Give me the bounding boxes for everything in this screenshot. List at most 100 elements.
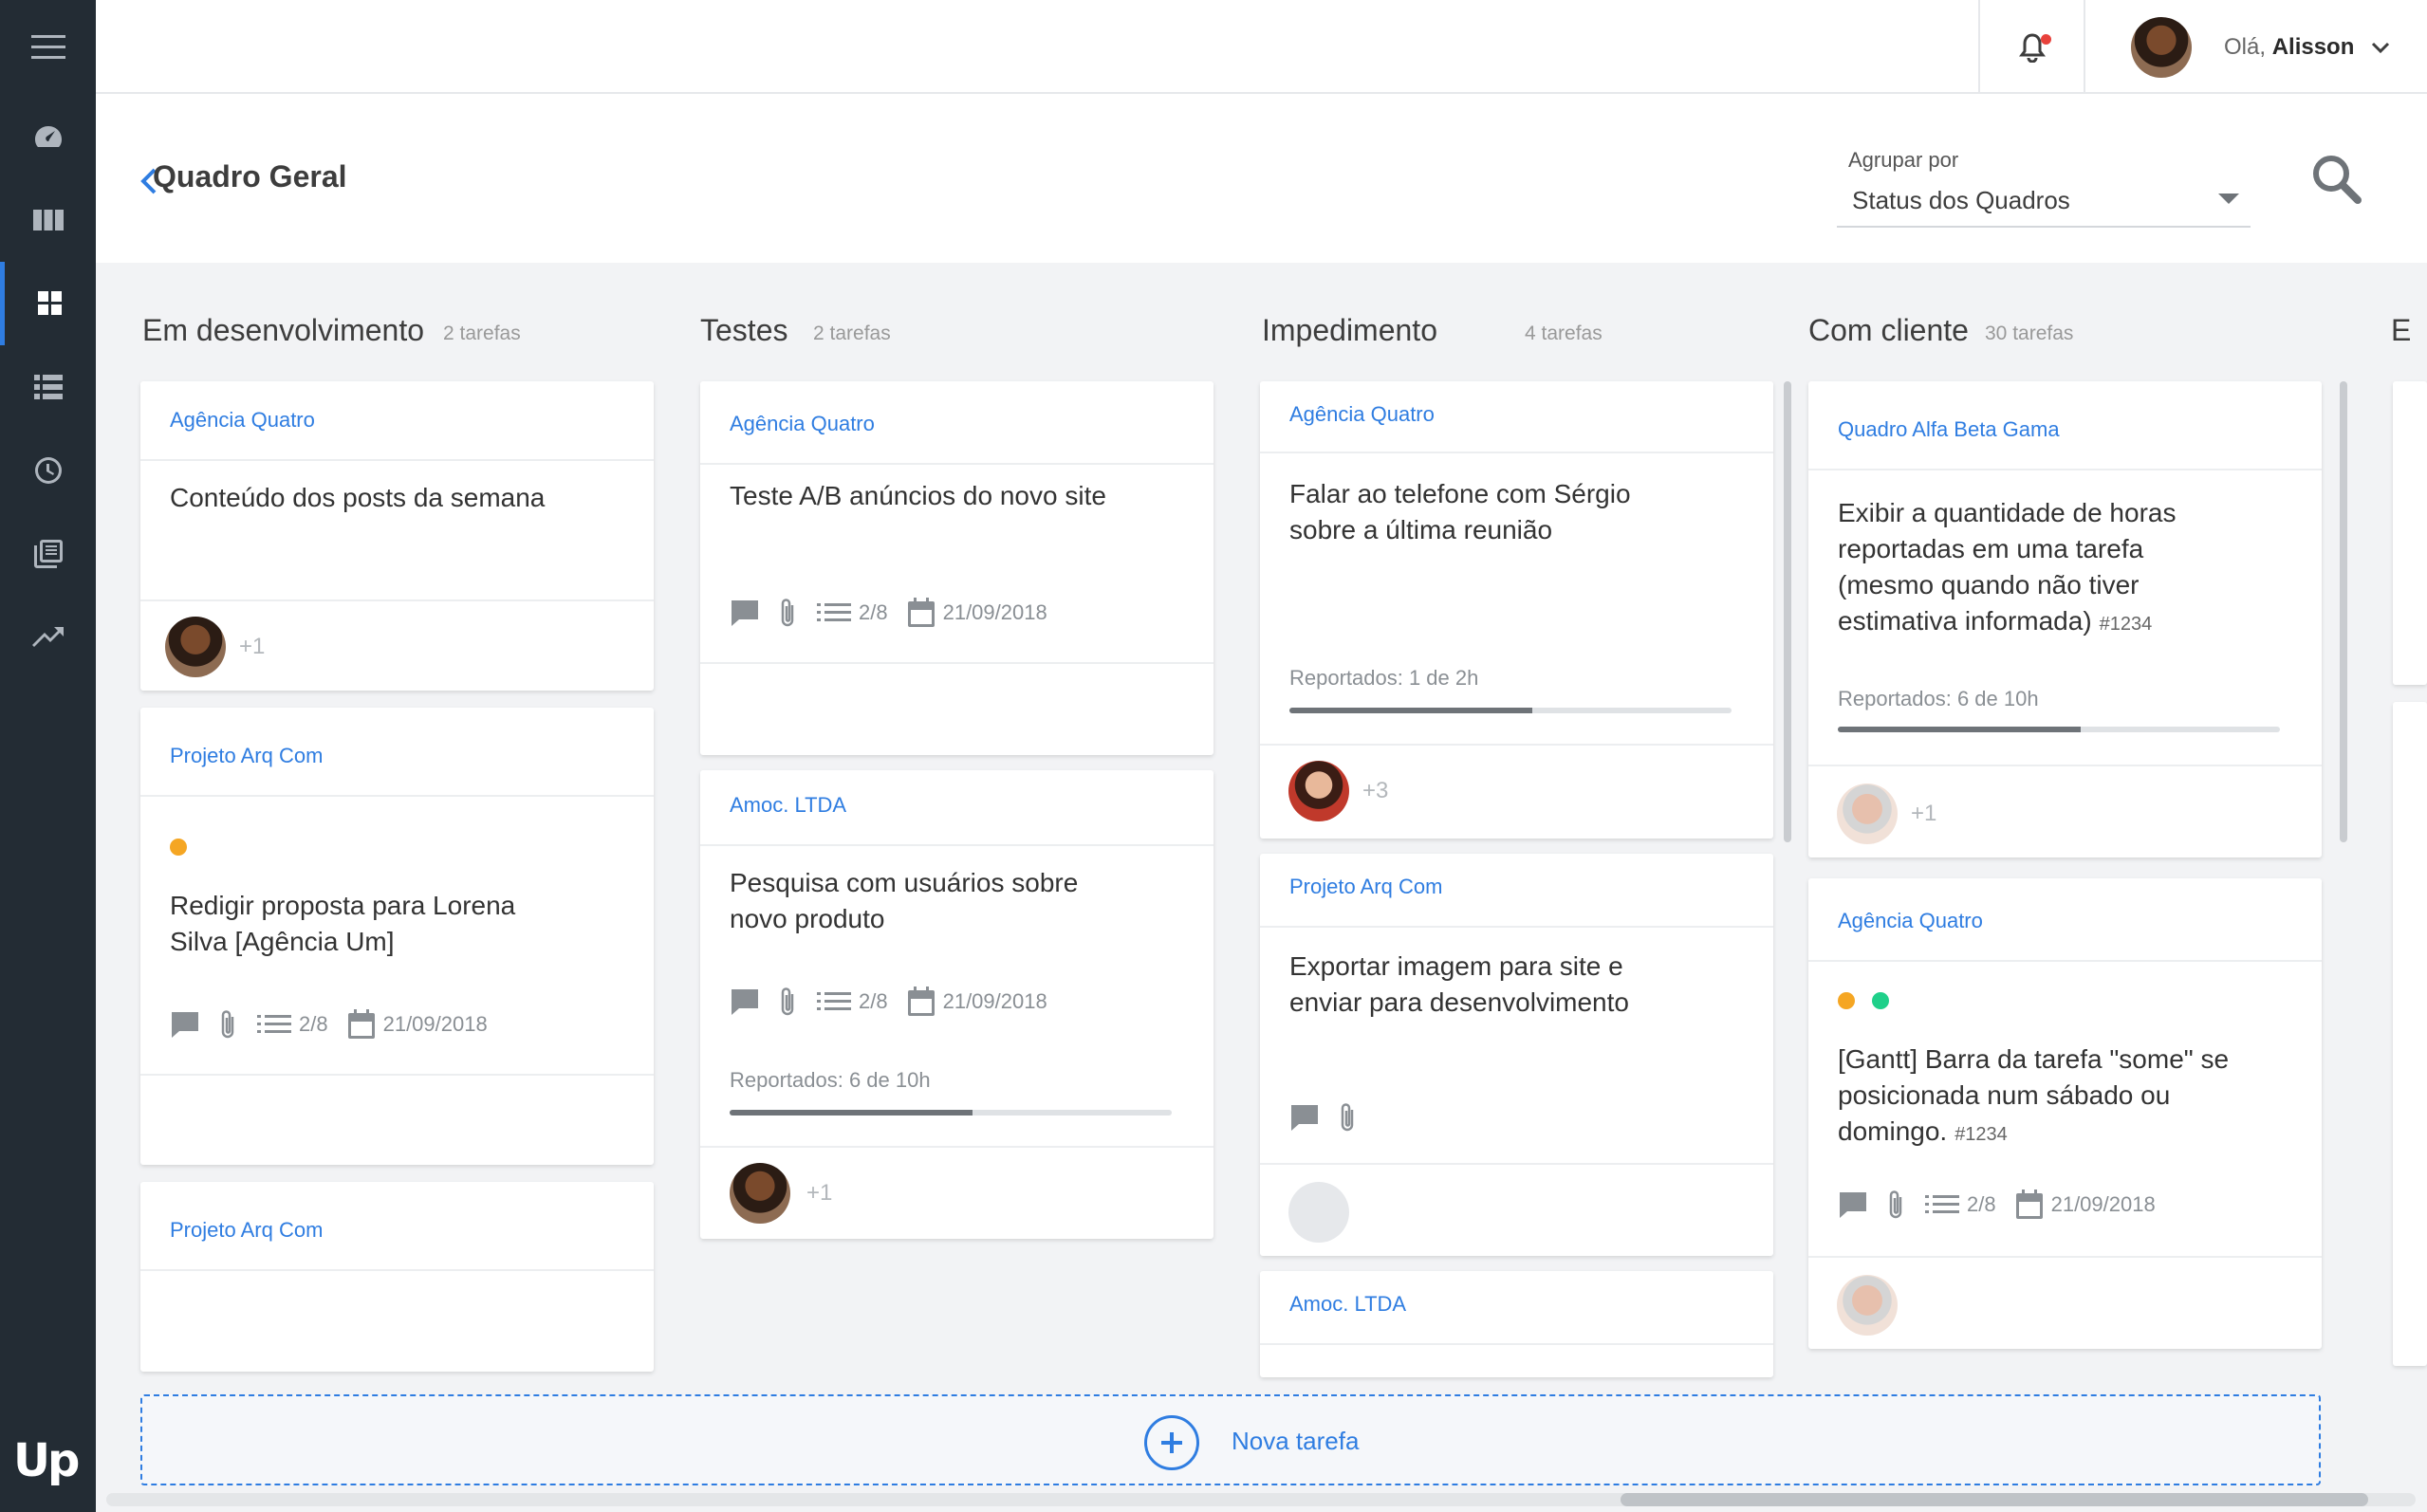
assignee-more: +1 [1911, 801, 1937, 826]
topbar: Olá, Alisson [96, 0, 2427, 94]
card-project[interactable]: Projeto Arq Com [170, 744, 323, 768]
list-icon[interactable] [0, 345, 96, 429]
reported-hours: Reportados: 1 de 2h [1289, 666, 1479, 690]
card-project[interactable]: Amoc. LTDA [1289, 1292, 1406, 1317]
calendar-icon: 21/09/2018 [907, 598, 1047, 628]
assignee-avatar [165, 617, 226, 677]
column-title: Testes [700, 313, 788, 347]
card-project[interactable]: Projeto Arq Com [1289, 875, 1442, 899]
tag-green [1872, 992, 1889, 1009]
grid-icon[interactable] [0, 262, 96, 345]
card-meta: 2/8 21/09/2018 [170, 1009, 507, 1040]
task-card[interactable]: Quadro Alfa Beta Gama Exibir a quantidad… [1808, 381, 2322, 857]
card-title: Exportar imagem para site e enviar para d… [1289, 951, 1629, 1017]
boards-icon[interactable] [0, 178, 96, 262]
trending-icon[interactable] [0, 596, 96, 679]
column-count: 30 tarefas [1985, 323, 2074, 344]
assignee-avatar-empty [1288, 1182, 1349, 1243]
assignee-avatar [1837, 784, 1898, 844]
page-header [96, 94, 2427, 263]
new-task-label: Nova tarefa [1232, 1427, 1360, 1455]
assignee-avatar [1837, 1275, 1898, 1336]
reported-hours: Reportados: 6 de 10h [730, 1068, 931, 1092]
card-title: Pesquisa com usuários sobre novo produto [730, 868, 1079, 933]
up-logo: Up [13, 1434, 80, 1487]
horizontal-scrollbar-thumb[interactable] [1621, 1493, 2368, 1506]
group-by-label: Agrupar por [1848, 148, 1959, 172]
caret-down-icon [2218, 194, 2239, 204]
task-card[interactable]: Agência Quatro [Gantt] Barra da tarefa "… [1808, 878, 2322, 1349]
notification-dot [2041, 34, 2051, 45]
column-count: 2 tarefas [813, 323, 891, 344]
card-title: Falar ao telefone com Sérgio sobre a últi… [1289, 479, 1631, 544]
card-title: Conteúdo dos posts da semana [170, 483, 546, 512]
task-card-partial[interactable] [2393, 702, 2427, 1366]
sidebar: Up [0, 0, 96, 1512]
task-card[interactable]: Amoc. LTDA [1260, 1271, 1773, 1377]
search-icon [2313, 156, 2362, 204]
tag-orange [170, 839, 187, 856]
column-count: 2 tarefas [443, 323, 521, 344]
card-meta [1289, 1102, 1377, 1133]
greeting: Olá, Alisson [2224, 34, 2355, 60]
assignee-more: +1 [806, 1180, 833, 1206]
card-project[interactable]: Projeto Arq Com [170, 1218, 323, 1243]
task-card[interactable]: Projeto Arq Com Redigir proposta para Lo… [140, 708, 654, 1165]
group-by-select[interactable]: Status dos Quadros [1837, 180, 2251, 228]
reported-hours: Reportados: 6 de 10h [1838, 687, 2039, 710]
card-title: [Gantt] Barra da tarefa "some" se posici… [1838, 1044, 2230, 1146]
task-card[interactable]: Amoc. LTDA Pesquisa com usuários sobre no… [700, 770, 1214, 1239]
column-title: Com cliente [1808, 313, 1969, 347]
chevron-down-icon [2372, 42, 2390, 53]
notifications-button[interactable] [1978, 0, 2085, 94]
card-meta: 2/8 21/09/2018 [730, 986, 1066, 1017]
plus-icon [1144, 1415, 1199, 1470]
progress-bar [1289, 708, 1732, 713]
card-title: Redigir proposta para Lorena Silva [Agênc… [170, 891, 516, 956]
user-menu[interactable]: Olá, Alisson [2131, 17, 2390, 78]
column-scrollbar[interactable] [1784, 381, 1791, 842]
card-title: Exibir a quantidade de horas reportadas … [1838, 498, 2177, 636]
comment-icon [1289, 1103, 1320, 1132]
page-title: Quadro Geral [153, 159, 347, 194]
task-card-partial[interactable] [2393, 381, 2427, 685]
comment-icon [730, 599, 760, 627]
card-meta: 2/8 21/09/2018 [730, 598, 1066, 628]
card-project[interactable]: Agência Quatro [1838, 909, 1983, 933]
assignee-avatar [1288, 761, 1349, 821]
checklist-icon: 2/8 [817, 600, 888, 625]
card-project[interactable]: Agência Quatro [1289, 402, 1435, 427]
task-card[interactable]: Projeto Arq Com Exportar imagem para sit… [1260, 854, 1773, 1256]
task-card[interactable]: Agência Quatro Teste A/B anúncios do nov… [700, 381, 1214, 755]
attachment-icon [1887, 1189, 1906, 1220]
comment-icon [1838, 1190, 1868, 1219]
task-card[interactable]: Projeto Arq Com [140, 1182, 654, 1372]
comment-icon [170, 1010, 200, 1039]
card-project[interactable]: Agência Quatro [730, 412, 875, 436]
card-project[interactable]: Quadro Alfa Beta Gama [1838, 417, 2060, 442]
comment-icon [730, 987, 760, 1016]
new-task-button[interactable]: Nova tarefa [140, 1394, 2321, 1485]
group-by-value: Status dos Quadros [1852, 186, 2070, 214]
task-card[interactable]: Agência Quatro Falar ao telefone com Sér… [1260, 381, 1773, 839]
card-project[interactable]: Amoc. LTDA [730, 793, 846, 818]
library-icon[interactable] [0, 512, 96, 596]
menu-icon[interactable] [0, 6, 96, 89]
tag-orange [1838, 992, 1855, 1009]
progress-bar [730, 1110, 1172, 1116]
column-title: E [2391, 313, 2412, 347]
column-scrollbar[interactable] [2340, 381, 2347, 842]
attachment-icon [779, 986, 798, 1017]
assignee-more: +3 [1362, 778, 1389, 803]
attachment-icon [779, 598, 798, 628]
checklist-icon: 2/8 [817, 989, 888, 1014]
column-count: 4 tarefas [1525, 323, 1603, 344]
task-card[interactable]: Agência Quatro Conteúdo dos posts da sem… [140, 381, 654, 691]
dashboard-icon[interactable] [0, 95, 96, 178]
card-project[interactable]: Agência Quatro [170, 408, 315, 433]
search-button[interactable] [2311, 154, 2362, 210]
assignee-more: +1 [239, 634, 266, 659]
calendar-icon: 21/09/2018 [347, 1009, 488, 1040]
column-title: Impedimento [1262, 313, 1437, 347]
clock-icon[interactable] [0, 429, 96, 512]
